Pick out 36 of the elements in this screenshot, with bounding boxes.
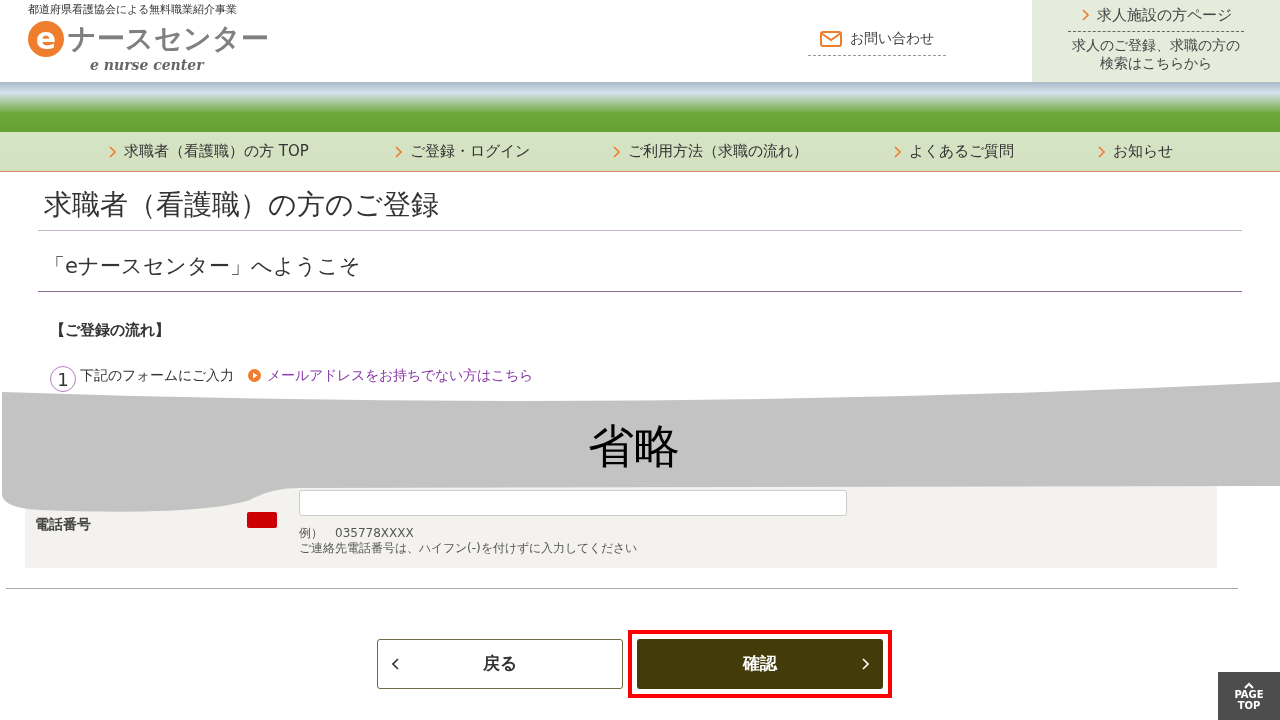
chevron-right-icon	[108, 145, 116, 158]
field-note: ご連絡先電話番号は、ハイフン(-)を付けずに入力してください	[299, 541, 638, 556]
play-icon	[248, 368, 261, 382]
tagline: 都道府県看護協会による無料職業紹介事業	[28, 3, 238, 17]
chevron-right-icon	[861, 658, 869, 670]
chevron-left-icon	[392, 658, 400, 670]
flow-heading: 【ご登録の流れ】	[50, 321, 170, 339]
no-email-link[interactable]: メールアドレスをお持ちでない方はこちら	[267, 364, 533, 386]
chevron-right-icon	[612, 145, 620, 158]
phone-input[interactable]	[299, 490, 847, 516]
logo-title: ナースセンター	[68, 22, 269, 56]
chevron-right-icon	[1097, 145, 1105, 158]
page-top-button[interactable]: PAGE TOP	[1218, 672, 1280, 720]
nav-link[interactable]: 求職者（看護職）の方 TOP	[108, 140, 394, 163]
omission-label: 省略	[588, 418, 680, 474]
welcome-heading: 「eナースセンター」へようこそ	[38, 249, 1242, 292]
field-label: 電話番号	[35, 516, 91, 532]
facility-note: 求人のご登録、求職の方の検索はこちらから	[1071, 35, 1241, 72]
nav-link[interactable]: ご登録・ログイン	[394, 140, 612, 163]
example-text: 例） 035778XXXX	[299, 526, 415, 541]
nav-link[interactable]: よくあるご質問	[893, 140, 1097, 163]
chevron-right-icon	[394, 145, 402, 158]
page-title: 求職者（看護職）の方のご登録	[38, 172, 1242, 231]
logo-subtitle: e nurse center	[90, 57, 206, 73]
caret-up-icon	[1244, 681, 1254, 689]
logo-mark: e	[28, 21, 64, 57]
chevron-right-icon	[1080, 8, 1089, 23]
confirm-button[interactable]: 確認	[637, 639, 883, 689]
mail-icon	[820, 30, 842, 47]
back-button[interactable]: 戻る	[377, 639, 623, 689]
chevron-right-icon	[893, 145, 901, 158]
nav-link[interactable]: ご利用方法（求職の流れ）	[612, 140, 893, 163]
contact-link[interactable]: お問い合わせ	[808, 28, 946, 56]
facility-link[interactable]: 求人施設の方ページ	[1068, 4, 1244, 32]
step-text: 下記のフォームにご入力	[80, 365, 234, 385]
nav-link[interactable]: お知らせ	[1097, 140, 1173, 163]
